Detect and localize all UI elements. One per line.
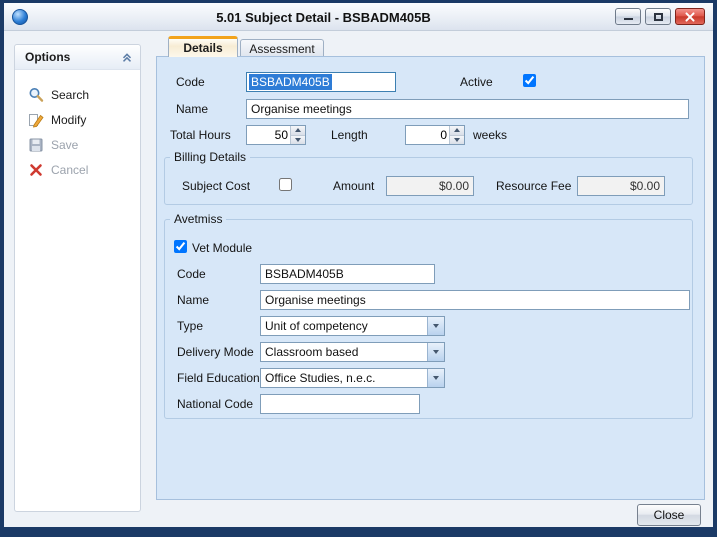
options-panel-title: Options: [25, 50, 119, 64]
sidebar-item-modify[interactable]: Modify: [15, 107, 140, 132]
name-label: Name: [176, 102, 208, 116]
field-education-dropdown[interactable]: Office Studies, n.e.c.: [260, 368, 445, 388]
national-code-input[interactable]: [260, 394, 420, 414]
active-checkbox[interactable]: [523, 74, 536, 87]
code-selected-text: BSBADM405B: [249, 74, 332, 90]
app-icon: [12, 9, 28, 25]
sidebar-item-label: Save: [51, 138, 78, 152]
avetmiss-name-input[interactable]: [260, 290, 690, 310]
billing-details-group: Billing Details Subject Cost Amount Reso…: [164, 157, 693, 205]
tab-details[interactable]: Details: [168, 36, 238, 57]
weeks-suffix-label: weeks: [473, 128, 507, 142]
window-title: 5.01 Subject Detail - BSBADM405B: [44, 3, 603, 31]
delivery-mode-label: Delivery Mode: [177, 345, 254, 359]
delivery-mode-selected-value: Classroom based: [261, 343, 427, 361]
field-education-selected-value: Office Studies, n.e.c.: [261, 369, 427, 387]
cancel-x-icon: [28, 162, 44, 178]
code-input[interactable]: BSBADM405B: [246, 72, 396, 92]
minimize-icon: [624, 18, 633, 20]
subject-detail-window: 5.01 Subject Detail - BSBADM405B Options: [0, 0, 717, 537]
total-hours-input[interactable]: [247, 126, 290, 144]
amount-label: Amount: [333, 179, 374, 193]
arrow-down-icon: [295, 138, 301, 142]
titlebar: 5.01 Subject Detail - BSBADM405B: [4, 3, 713, 31]
arrow-up-icon: [295, 128, 301, 132]
chevron-down-icon: [433, 350, 439, 354]
dropdown-arrow-button[interactable]: [427, 317, 444, 335]
dropdown-arrow-button[interactable]: [427, 343, 444, 361]
close-icon: [685, 12, 695, 22]
arrow-up-icon: [454, 128, 460, 132]
spin-up-button[interactable]: [450, 126, 464, 136]
avetmiss-code-input[interactable]: [260, 264, 435, 284]
options-panel-header: Options: [15, 45, 140, 70]
dropdown-arrow-button[interactable]: [427, 369, 444, 387]
chevron-down-icon: [433, 376, 439, 380]
type-label: Type: [177, 319, 203, 333]
subject-cost-checkbox[interactable]: [279, 178, 292, 191]
arrow-down-icon: [454, 138, 460, 142]
pencil-icon: [28, 112, 44, 128]
sidebar-item-save[interactable]: Save: [15, 132, 140, 157]
billing-details-title: Billing Details: [170, 150, 250, 164]
options-panel: Options Search: [14, 44, 141, 512]
minimize-button[interactable]: [615, 8, 641, 25]
vet-module-checkbox[interactable]: [174, 240, 187, 253]
vet-module-label: Vet Module: [192, 241, 252, 255]
details-panel: Code BSBADM405B Active Name Total Hours …: [156, 56, 705, 500]
maximize-button[interactable]: [645, 8, 671, 25]
resource-fee-label: Resource Fee: [496, 179, 571, 193]
length-label: Length: [331, 128, 368, 142]
window-controls: [615, 8, 705, 25]
spin-up-button[interactable]: [291, 126, 305, 136]
sidebar-item-cancel[interactable]: Cancel: [15, 157, 140, 182]
total-hours-stepper: [246, 125, 306, 145]
length-input[interactable]: [406, 126, 449, 144]
delivery-mode-dropdown[interactable]: Classroom based: [260, 342, 445, 362]
avetmiss-code-label: Code: [177, 267, 206, 281]
code-label: Code: [176, 75, 205, 89]
close-button[interactable]: Close: [637, 504, 701, 526]
options-collapse-button[interactable]: [119, 49, 135, 65]
client-area: Options Search: [4, 31, 713, 527]
tab-assessment[interactable]: Assessment: [240, 39, 324, 57]
double-chevron-up-icon: [120, 50, 134, 64]
avetmiss-name-label: Name: [177, 293, 209, 307]
chevron-down-icon: [433, 324, 439, 328]
total-hours-spin-buttons: [290, 126, 305, 144]
name-input[interactable]: [246, 99, 689, 119]
national-code-label: National Code: [177, 397, 253, 411]
save-icon: [28, 137, 44, 153]
type-dropdown[interactable]: Unit of competency: [260, 316, 445, 336]
total-hours-label: Total Hours: [170, 128, 231, 142]
active-label: Active: [460, 75, 493, 89]
sidebar-item-label: Modify: [51, 113, 86, 127]
sidebar-item-search[interactable]: Search: [15, 82, 140, 107]
length-spin-buttons: [449, 126, 464, 144]
type-selected-value: Unit of competency: [261, 317, 427, 335]
length-stepper: [405, 125, 465, 145]
maximize-icon: [654, 13, 663, 21]
subject-cost-label: Subject Cost: [182, 179, 250, 193]
sidebar-item-label: Search: [51, 88, 89, 102]
sidebar-item-label: Cancel: [51, 163, 88, 177]
close-window-button[interactable]: [675, 8, 705, 25]
avetmiss-title: Avetmiss: [170, 212, 226, 226]
resource-fee-input: [577, 176, 665, 196]
amount-input: [386, 176, 474, 196]
field-education-label: Field Education: [177, 371, 260, 385]
spin-down-button[interactable]: [291, 136, 305, 145]
spin-down-button[interactable]: [450, 136, 464, 145]
avetmiss-group: Avetmiss Vet Module Code Name Type Unit …: [164, 219, 693, 419]
options-item-list: Search Modify: [15, 70, 140, 182]
search-icon: [28, 87, 44, 103]
